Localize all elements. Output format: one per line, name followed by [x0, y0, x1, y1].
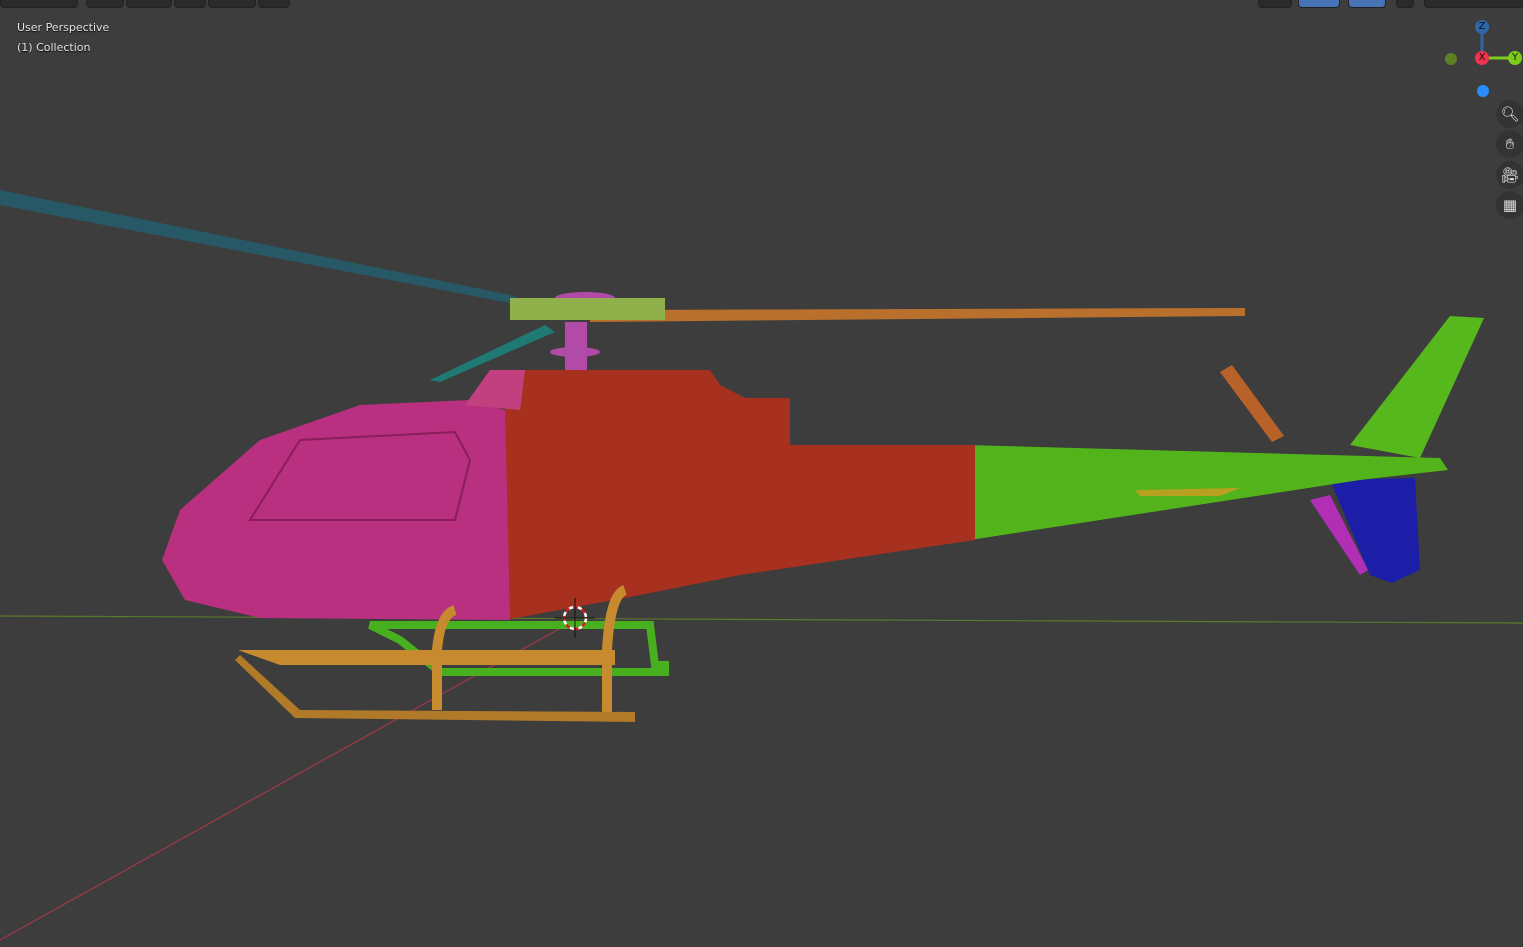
- zoom-button[interactable]: 🔍︎: [1496, 100, 1523, 128]
- ortho-toggle-button[interactable]: ▦: [1496, 191, 1523, 219]
- camera-icon: 🎥︎: [1500, 166, 1520, 184]
- 3d-viewport[interactable]: [0, 0, 1523, 947]
- y-axis-line: [0, 615, 1523, 624]
- camera-view-button[interactable]: 🎥︎: [1496, 161, 1523, 189]
- rotor-head: [510, 298, 665, 320]
- grid-icon: ▦: [1502, 196, 1518, 214]
- hand-icon: ✋︎: [1505, 135, 1515, 153]
- tail-fin-upper: [1350, 316, 1484, 458]
- gizmo-y-axis[interactable]: Y: [1508, 51, 1522, 65]
- rotor-blade-front: [590, 308, 1245, 322]
- gizmo-neg-z[interactable]: [1477, 85, 1489, 97]
- pan-button[interactable]: ✋︎: [1496, 130, 1523, 158]
- rotor-blade-back: [0, 190, 515, 304]
- tail-rotor-blade: [1220, 365, 1284, 442]
- skid-crossbar: [238, 650, 615, 665]
- gizmo-x-axis[interactable]: X: [1475, 51, 1489, 65]
- gizmo-neg-y[interactable]: [1445, 53, 1457, 65]
- fuselage: [490, 370, 975, 620]
- gizmo-z-axis[interactable]: Z: [1475, 20, 1489, 34]
- rotor-mast: [565, 322, 587, 370]
- zoom-in-icon: 🔍︎: [1500, 105, 1520, 123]
